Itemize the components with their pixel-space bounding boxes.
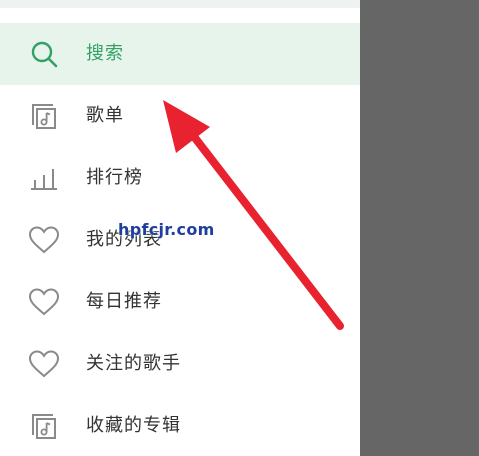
music-note-box-icon xyxy=(28,411,60,441)
drawer-item-followed-artists[interactable]: 关注的歌手 xyxy=(0,333,360,395)
drawer-item-charts[interactable]: 排行榜 xyxy=(0,147,360,209)
heart-icon xyxy=(28,287,60,317)
watermark-text: hpfcjr.com xyxy=(118,220,215,239)
heart-icon xyxy=(28,225,60,255)
heart-icon xyxy=(28,349,60,379)
drawer-item-my-lists[interactable]: 我的列表 xyxy=(0,209,360,271)
music-note-box-icon xyxy=(28,101,60,131)
drawer-menu: 搜索 歌单 排行榜 我的列表 每日推荐 关注的歌手 收藏的专辑 xyxy=(0,23,360,456)
drawer-item-label: 关注的歌手 xyxy=(86,353,181,374)
drawer-item-saved-albums[interactable]: 收藏的专辑 xyxy=(0,395,360,456)
bar-chart-icon xyxy=(28,163,60,193)
drawer-item-label: 排行榜 xyxy=(86,167,143,188)
drawer-item-label: 收藏的专辑 xyxy=(86,415,181,436)
search-icon xyxy=(28,39,60,69)
drawer-item-daily-picks[interactable]: 每日推荐 xyxy=(0,271,360,333)
drawer-item-label: 每日推荐 xyxy=(86,291,162,312)
drawer-item-label: 搜索 xyxy=(86,43,124,64)
drawer-divider xyxy=(0,8,360,22)
app-screen: 搜索 歌单 排行榜 我的列表 每日推荐 关注的歌手 收藏的专辑 hpfcjr.c… xyxy=(0,0,479,456)
drawer-item-label: 歌单 xyxy=(86,105,124,126)
drawer-item-search[interactable]: 搜索 xyxy=(0,23,360,85)
drawer-header-strip xyxy=(0,0,360,8)
drawer-item-playlists[interactable]: 歌单 xyxy=(0,85,360,147)
drawer-scrim[interactable] xyxy=(360,0,479,456)
